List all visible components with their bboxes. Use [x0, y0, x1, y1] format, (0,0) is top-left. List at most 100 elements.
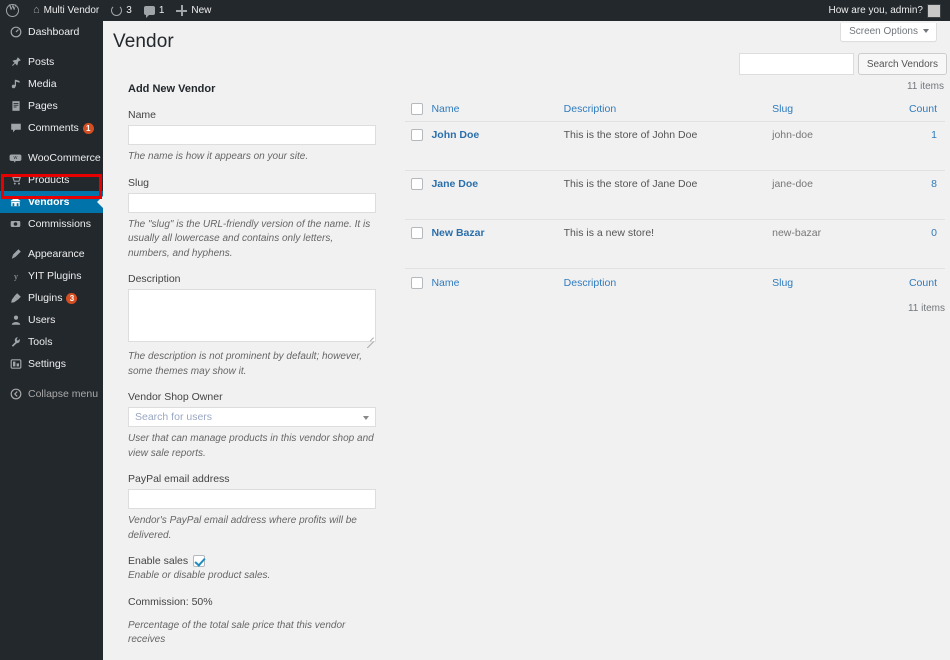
description-label: Description: [128, 273, 181, 285]
name-input[interactable]: [128, 125, 376, 145]
field-vendor-shop-owner: Vendor Shop Owner Search for users User …: [128, 391, 376, 461]
new-content-menu[interactable]: New: [170, 0, 217, 21]
paypal-input[interactable]: [128, 489, 376, 509]
row-checkbox[interactable]: [411, 178, 423, 191]
row-checkbox[interactable]: [411, 227, 423, 240]
vendor-name-link[interactable]: Jane Doe: [431, 178, 478, 190]
site-name-menu[interactable]: ⌂ Multi Vendor: [27, 0, 105, 21]
sort-description-link[interactable]: Description: [564, 103, 617, 115]
new-content-label: New: [191, 5, 212, 16]
slug-label: Slug: [128, 176, 150, 189]
sidebar-item-label: Media: [28, 78, 57, 90]
sort-description-link-footer[interactable]: Description: [564, 277, 617, 289]
sidebar-item-comments[interactable]: Comments 1: [0, 117, 103, 139]
select-all-checkbox-footer[interactable]: [411, 277, 423, 290]
column-header-name[interactable]: Name: [431, 96, 564, 123]
updates-menu[interactable]: 3: [105, 0, 138, 21]
sort-count-link-footer[interactable]: Count: [909, 277, 937, 289]
sidebar-item-commissions[interactable]: Commissions: [0, 213, 103, 235]
row-checkbox[interactable]: [411, 129, 423, 142]
column-footer-description[interactable]: Description: [563, 268, 773, 296]
column-footer-count[interactable]: Count: [883, 268, 945, 296]
yit-icon: y: [8, 270, 23, 282]
sidebar-item-label: Commissions: [28, 218, 92, 230]
comments-menu[interactable]: 1: [138, 0, 171, 21]
select-all-footer: [405, 268, 432, 296]
sort-slug-link-footer[interactable]: Slug: [772, 277, 793, 289]
sidebar-item-products[interactable]: Products: [0, 169, 103, 191]
enable-sales-checkbox[interactable]: [193, 555, 206, 567]
avatar: [927, 3, 941, 18]
media-icon: [8, 78, 23, 90]
row-description-cell: This is the store of John Doe: [563, 121, 773, 172]
add-new-vendor-form: Add New Vendor Name The name is how it a…: [113, 83, 383, 660]
search-input[interactable]: [738, 53, 854, 75]
sidebar-item-posts[interactable]: Posts: [0, 51, 103, 73]
sidebar-item-label: Posts: [28, 56, 55, 68]
sort-name-link[interactable]: Name: [431, 103, 459, 115]
sidebar-item-dashboard[interactable]: Dashboard: [0, 21, 103, 43]
column-header-count[interactable]: Count: [883, 96, 945, 123]
search-vendors-button[interactable]: Search Vendors: [857, 53, 947, 75]
screen-options-label: Screen Options: [849, 26, 918, 37]
tools-icon: [8, 336, 23, 348]
sort-name-link-footer[interactable]: Name: [431, 277, 459, 289]
comments-badge: 1: [82, 122, 94, 134]
collapse-menu-button[interactable]: Collapse menu: [0, 383, 103, 405]
owner-label: Vendor Shop Owner: [128, 391, 223, 403]
description-textarea[interactable]: [128, 289, 376, 342]
home-icon: ⌂: [33, 4, 40, 16]
vendor-name-link[interactable]: John Doe: [431, 129, 479, 141]
my-account-menu[interactable]: How are you, admin?: [823, 0, 948, 21]
collapse-menu-label: Collapse menu: [28, 388, 99, 400]
sidebar-item-yit-plugins[interactable]: y YIT Plugins: [0, 265, 103, 287]
sidebar-item-users[interactable]: Users: [0, 309, 103, 331]
field-paypal-email: PayPal email address Vendor's PayPal ema…: [128, 473, 376, 543]
owner-select[interactable]: Search for users: [128, 407, 376, 427]
slug-description: The "slug" is the URL-friendly version o…: [128, 218, 371, 259]
table-head: Name Description Slug Count: [405, 96, 945, 123]
sidebar-item-pages[interactable]: Pages: [0, 95, 103, 117]
screen-options-button[interactable]: Screen Options: [840, 23, 937, 42]
vendors-table-wrapper: Name Description Slug Count John Doe Thi…: [405, 96, 945, 314]
vendor-count-link[interactable]: 1: [931, 129, 937, 141]
column-header-slug[interactable]: Slug: [772, 96, 884, 123]
row-description-cell: This is a new store!: [563, 219, 773, 270]
vendor-name-link[interactable]: New Bazar: [431, 227, 484, 239]
enable-sales-label: Enable sales: [128, 555, 189, 567]
slug-input[interactable]: [128, 192, 376, 213]
sort-slug-link[interactable]: Slug: [772, 103, 793, 115]
sidebar-item-label: Plugins: [28, 292, 63, 304]
sidebar-item-tools[interactable]: Tools: [0, 331, 103, 353]
select-all-checkbox[interactable]: [411, 103, 423, 116]
vendor-count-link[interactable]: 8: [931, 178, 937, 190]
table-row: John Doe This is the store of John Doe j…: [405, 121, 945, 172]
sidebar-item-woocommerce[interactable]: W WooCommerce: [0, 147, 103, 169]
comments-icon: [143, 6, 155, 18]
comment-icon: [8, 122, 23, 134]
sidebar-item-settings[interactable]: Settings: [0, 353, 103, 375]
updates-icon: [111, 5, 123, 16]
chevron-down-icon: [363, 416, 369, 420]
vendor-count-link[interactable]: 0: [931, 227, 937, 239]
site-name-label: Multi Vendor: [43, 5, 100, 16]
sidebar-item-label: Appearance: [28, 248, 85, 260]
sidebar-item-appearance[interactable]: Appearance: [0, 243, 103, 265]
select-all-header: [405, 96, 432, 123]
wordpress-logo-menu[interactable]: [0, 0, 27, 21]
page-title: Vendor: [113, 31, 174, 52]
sidebar-item-label: Pages: [28, 100, 58, 112]
sidebar-item-label: Users: [28, 314, 56, 326]
vendors-table: Name Description Slug Count John Doe Thi…: [405, 96, 945, 296]
owner-placeholder: Search for users: [135, 411, 213, 423]
sidebar-item-vendors[interactable]: Vendors: [0, 191, 103, 213]
sidebar-item-plugins[interactable]: Plugins 3: [0, 287, 103, 309]
sidebar-item-label: Vendors: [28, 196, 70, 208]
column-footer-slug[interactable]: Slug: [772, 268, 884, 296]
sort-count-link[interactable]: Count: [909, 103, 937, 115]
sidebar-item-media[interactable]: Media: [0, 73, 103, 95]
greeting-label: How are you, admin?: [828, 5, 924, 16]
main-content-area: Screen Options Vendor Search Vendors 11 …: [103, 21, 950, 660]
column-footer-name[interactable]: Name: [431, 268, 564, 296]
column-header-description[interactable]: Description: [563, 96, 773, 123]
